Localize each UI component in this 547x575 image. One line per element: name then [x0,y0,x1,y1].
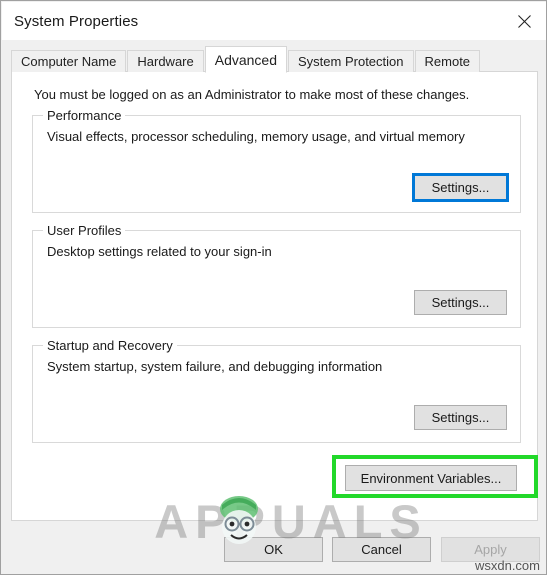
cancel-button[interactable]: Cancel [332,537,431,562]
startup-recovery-group: Startup and Recovery System startup, sys… [32,338,521,443]
user-profiles-settings-button[interactable]: Settings... [414,290,507,315]
admin-notice-text: You must be logged on as an Administrato… [34,87,470,102]
source-watermark: wsxdn.com [474,558,540,573]
tab-remote[interactable]: Remote [414,50,481,72]
system-properties-dialog: System Properties Computer Name Hardware… [0,0,547,575]
tab-strip: Computer Name Hardware Advanced System P… [11,46,538,73]
user-profiles-group: User Profiles Desktop settings related t… [32,223,521,328]
close-icon[interactable] [501,2,546,40]
startup-recovery-settings-button[interactable]: Settings... [414,405,507,430]
performance-settings-button[interactable]: Settings... [412,173,509,202]
tab-hardware[interactable]: Hardware [127,50,204,72]
user-profiles-group-description: Desktop settings related to your sign-in [47,244,272,259]
tab-advanced[interactable]: Advanced [204,46,288,73]
performance-group-description: Visual effects, processor scheduling, me… [47,129,465,144]
performance-group-label: Performance [43,108,126,123]
tab-computer-name[interactable]: Computer Name [11,50,127,72]
tab-system-protection[interactable]: System Protection [288,50,414,72]
title-bar: System Properties [2,2,546,40]
ok-button[interactable]: OK [224,537,323,562]
performance-group: Performance Visual effects, processor sc… [32,108,521,213]
window-title: System Properties [14,12,139,30]
user-profiles-group-label: User Profiles [43,223,126,238]
startup-recovery-group-label: Startup and Recovery [43,338,177,353]
advanced-tab-panel: You must be logged on as an Administrato… [11,71,538,521]
startup-recovery-group-description: System startup, system failure, and debu… [47,359,383,374]
environment-variables-button[interactable]: Environment Variables... [345,465,517,491]
